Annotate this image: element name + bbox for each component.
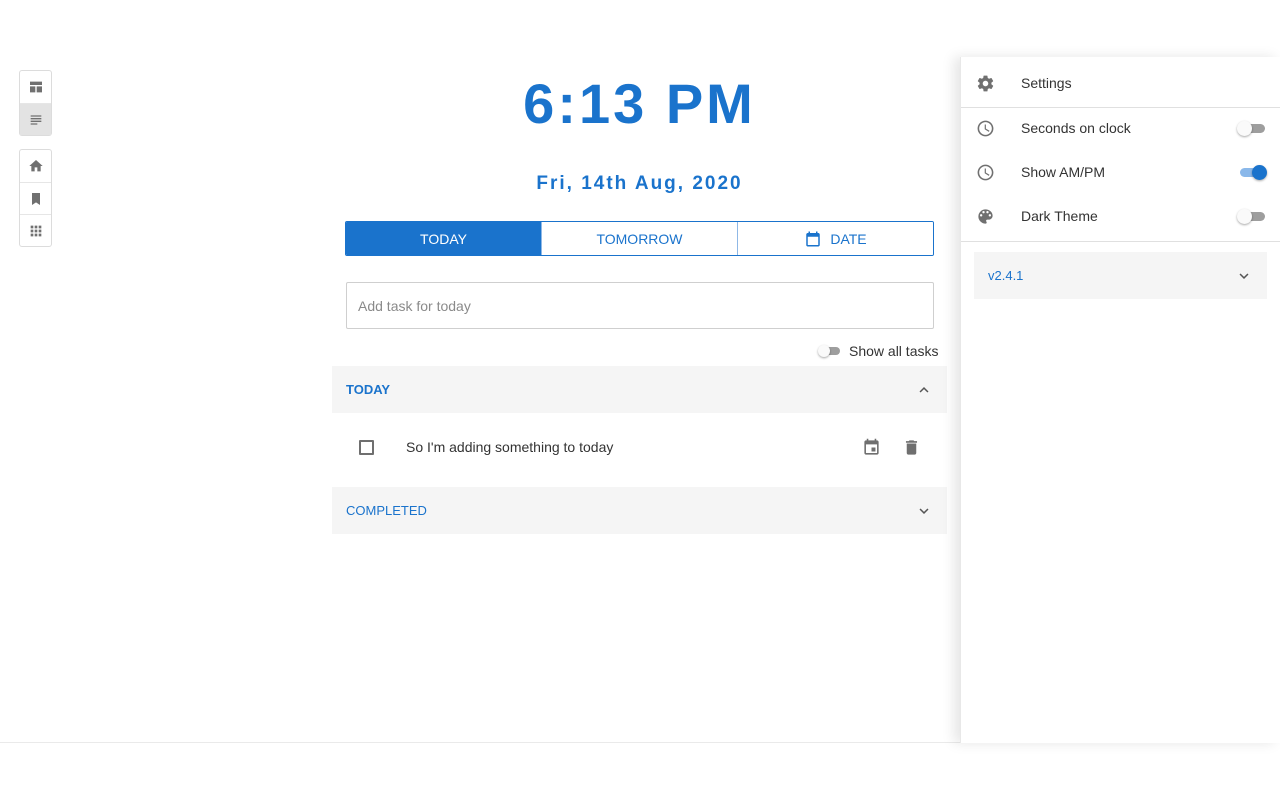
today-section-header[interactable]: TODAY bbox=[332, 366, 947, 413]
setting-dark-theme: Dark Theme bbox=[961, 194, 1280, 238]
settings-title: Settings bbox=[1021, 75, 1072, 91]
clock-date: Fri, 14th Aug, 2020 bbox=[536, 173, 743, 194]
show-am-pm-switch[interactable] bbox=[1237, 165, 1267, 180]
quick-links bbox=[19, 149, 52, 247]
dashboard-view-button[interactable] bbox=[20, 71, 51, 103]
completed-section-header[interactable]: COMPLETED bbox=[332, 487, 947, 534]
tab-tomorrow[interactable]: TOMORROW bbox=[541, 222, 737, 255]
switch-thumb bbox=[1237, 209, 1252, 224]
show-all-label: Show all tasks bbox=[849, 343, 939, 359]
version-panel[interactable]: v2.4.1 bbox=[974, 252, 1267, 299]
setting-seconds-on-clock: Seconds on clock bbox=[961, 106, 1280, 150]
version-label: v2.4.1 bbox=[988, 268, 1024, 283]
switch-thumb bbox=[818, 345, 830, 357]
task-row: So I'm adding something to today bbox=[332, 423, 947, 471]
settings-divider bbox=[961, 241, 1280, 242]
chevron-up-icon bbox=[919, 386, 929, 393]
clock-icon-wrap bbox=[975, 162, 995, 182]
palette-icon-wrap bbox=[975, 206, 995, 226]
tab-tomorrow-label: TOMORROW bbox=[596, 230, 683, 247]
gear-icon bbox=[977, 75, 993, 91]
chevron-down-icon bbox=[1239, 272, 1249, 279]
apps-grid-icon bbox=[30, 225, 41, 236]
chevron-down-icon bbox=[919, 507, 929, 514]
setting-label: Seconds on clock bbox=[1021, 120, 1131, 136]
palette-icon bbox=[977, 208, 993, 224]
completed-section-title: COMPLETED bbox=[346, 503, 427, 518]
trash-icon bbox=[905, 439, 917, 455]
settings-header: Settings bbox=[961, 61, 1280, 105]
bookmarks-button[interactable] bbox=[20, 182, 51, 214]
setting-show-am-pm: Show AM/PM bbox=[961, 150, 1280, 194]
show-all-tasks-toggle[interactable]: Show all tasks bbox=[818, 343, 938, 359]
bookmark-icon bbox=[31, 192, 40, 205]
dashboard-view-icon bbox=[29, 81, 42, 93]
show-all-switch[interactable] bbox=[818, 345, 842, 357]
list-view-button[interactable] bbox=[20, 103, 51, 135]
add-task-input[interactable] bbox=[346, 282, 934, 329]
day-tabs: TODAY TOMORROW DATE bbox=[345, 221, 934, 256]
dark-theme-switch[interactable] bbox=[1237, 209, 1267, 224]
clock-icon bbox=[977, 164, 993, 180]
today-section-title: TODAY bbox=[346, 382, 391, 397]
task-checkbox[interactable] bbox=[359, 439, 374, 455]
apps-button[interactable] bbox=[20, 214, 51, 246]
tab-date[interactable]: DATE bbox=[737, 222, 933, 255]
switch-thumb bbox=[1237, 121, 1252, 136]
view-switcher bbox=[19, 70, 52, 136]
tab-today-label: TODAY bbox=[420, 230, 467, 247]
home-icon bbox=[28, 160, 43, 172]
calendar-icon bbox=[806, 231, 821, 246]
task-text: So I'm adding something to today bbox=[406, 439, 614, 455]
clock-icon-wrap bbox=[975, 118, 995, 138]
setting-label: Show AM/PM bbox=[1021, 164, 1106, 180]
switch-thumb bbox=[1252, 165, 1267, 180]
reschedule-task-button[interactable] bbox=[851, 427, 891, 467]
settings-drawer: Settings Seconds on clock Show AM/PM Dar… bbox=[960, 57, 1280, 743]
clock-time: 6:13 PM bbox=[523, 72, 756, 135]
list-view-icon bbox=[30, 114, 41, 125]
home-button[interactable] bbox=[20, 150, 51, 182]
setting-label: Dark Theme bbox=[1021, 208, 1098, 224]
delete-task-button[interactable] bbox=[891, 427, 931, 467]
gear-icon-wrap bbox=[975, 73, 995, 93]
seconds-on-clock-switch[interactable] bbox=[1237, 121, 1267, 136]
event-icon bbox=[863, 438, 879, 455]
tab-date-label: DATE bbox=[830, 230, 867, 247]
tab-today[interactable]: TODAY bbox=[346, 222, 541, 255]
clock-icon bbox=[977, 120, 993, 136]
